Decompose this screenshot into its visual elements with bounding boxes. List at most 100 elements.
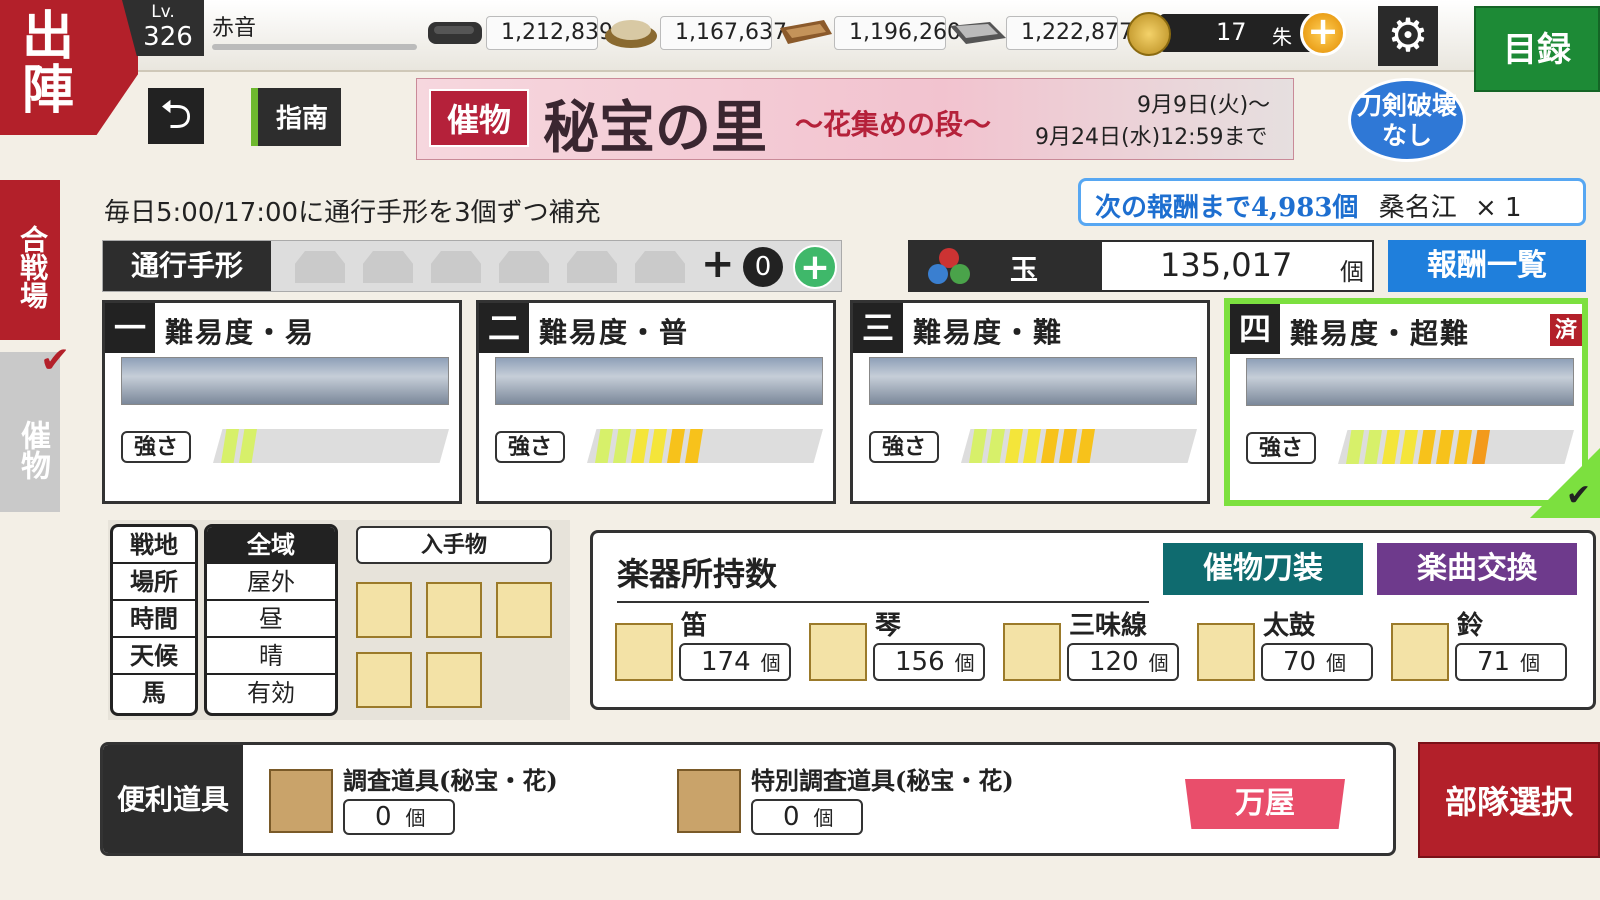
resource-charcoal-value: 1,212,839 <box>486 16 613 50</box>
condition-value: 全域 <box>207 527 335 564</box>
pass-slot-icon <box>295 251 345 283</box>
strength-segment <box>1059 429 1077 463</box>
strength-segment <box>631 429 649 463</box>
instrument-count: 71 個 <box>1455 643 1567 681</box>
koto-icon <box>426 582 482 638</box>
song-exchange-button[interactable]: 楽曲交換 <box>1377 543 1577 595</box>
strength-segment <box>987 429 1005 463</box>
user-name: 赤音 <box>212 16 257 41</box>
cold-steel-icon <box>780 20 832 44</box>
difficulty-title: 難易度・難 <box>913 316 1064 349</box>
koban-count: 17 <box>1216 18 1247 46</box>
difficulty-card[interactable]: 三 難易度・難 強さ <box>850 300 1210 504</box>
instrument-name: 笛 <box>681 611 708 641</box>
instrument-name: 太鼓 <box>1263 611 1316 641</box>
resource-whetstone-value: 1,167,637 <box>660 16 787 50</box>
condition-values: 全域 屋外 昼 晴 有効 <box>204 524 338 716</box>
level-label: Lv. <box>151 2 175 22</box>
strength-segment <box>1454 430 1472 464</box>
map-thumbnail <box>121 357 449 405</box>
instrument-title: 楽器所持数 <box>617 549 1149 603</box>
drum-icon <box>1197 623 1255 681</box>
strength-segment <box>969 429 987 463</box>
strength-meter <box>1338 430 1574 464</box>
strength-segment <box>1041 429 1059 463</box>
condition-label: 戦地 <box>113 527 195 564</box>
special-survey-tool-icon <box>677 769 741 833</box>
refill-notice: 毎日5:00/17:00に通行手形を3個ずつ補充 <box>104 198 601 228</box>
shamisen-icon <box>1003 623 1061 681</box>
difficulty-number: 三 <box>853 303 903 353</box>
select-squad-button[interactable]: 部隊選択 <box>1418 742 1600 858</box>
difficulty-number: 四 <box>1230 304 1280 354</box>
strength-meter <box>961 429 1197 463</box>
flute-icon <box>356 582 412 638</box>
banner-title: 秘宝の里 <box>543 95 767 161</box>
condition-label: 天候 <box>113 638 195 675</box>
checkmark-icon: ✔ <box>40 340 71 381</box>
map-thumbnail <box>1246 358 1574 406</box>
map-thumbnail <box>495 357 823 405</box>
condition-label: 時間 <box>113 601 195 638</box>
strength-segment <box>613 429 631 463</box>
banner-date-end: 9月24日(水)12:59まで <box>1035 125 1268 150</box>
obtainable-label: 入手物 <box>356 526 552 564</box>
strength-segment <box>1472 430 1490 464</box>
guide-button[interactable]: 指南 <box>251 88 341 146</box>
difficulty-number: 一 <box>105 303 155 353</box>
back-button[interactable]: ⮌ <box>148 88 204 144</box>
koban-icon <box>1127 12 1171 56</box>
pass-bar: 通行手形 + 0 + <box>102 240 842 292</box>
difficulty-card[interactable]: 二 難易度・普 強さ <box>476 300 836 504</box>
difficulty-title: 難易度・超難 <box>1290 317 1471 350</box>
difficulty-title: 難易度・易 <box>165 316 316 349</box>
condition-label: 場所 <box>113 564 195 601</box>
bell-icon <box>426 652 482 708</box>
event-katana-button[interactable]: 催物刀装 <box>1163 543 1363 595</box>
strength-segment <box>221 429 239 463</box>
strength-segment <box>649 429 667 463</box>
charcoal-icon <box>428 22 482 44</box>
conditions-panel: 戦地 場所 時間 天候 馬 全域 屋外 昼 晴 有効 入手物 <box>108 520 570 720</box>
tab-battlefield[interactable]: 合戦場 <box>0 180 60 340</box>
add-pass-button[interactable]: + <box>793 245 837 289</box>
event-banner[interactable]: 催物 秘宝の里 〜花集めの段〜 9月9日(火)〜 9月24日(水)12:59まで <box>416 78 1294 161</box>
strength-segment <box>1005 429 1023 463</box>
map-thumbnail <box>869 357 1197 405</box>
next-reward-box: 次の報酬まで4,983個 桑名江 × 1 <box>1078 178 1586 226</box>
buy-koban-button[interactable]: + <box>1300 10 1346 56</box>
catalog-button[interactable]: 目録 <box>1474 6 1600 92</box>
shamisen-icon <box>496 582 552 638</box>
orb-value: 135,017 <box>1160 246 1293 284</box>
condition-label: 馬 <box>142 678 166 707</box>
next-reward-text: 次の報酬まで4,983個 <box>1095 193 1359 223</box>
difficulty-card[interactable]: 一 難易度・易 強さ <box>102 300 462 504</box>
strength-meter <box>213 429 449 463</box>
tool-count: 0個 <box>751 799 863 835</box>
no-break-badge: 刀剣破壊なし <box>1348 78 1466 162</box>
orb-unit: 個 <box>1340 258 1364 286</box>
koban-label: 朱 <box>1272 25 1292 49</box>
condition-labels: 戦地 場所 時間 天候 馬 <box>110 524 198 716</box>
next-reward-qty: × 1 <box>1474 193 1522 223</box>
instrument-count: 174 個 <box>679 643 791 681</box>
strength-label: 強さ <box>1246 432 1316 464</box>
tools-panel: 便利道具 調査道具(秘宝・花) 0個 特別調査道具(秘宝・花) 0個 万屋 <box>100 742 1396 856</box>
shop-button[interactable]: 万屋 <box>1185 779 1345 829</box>
strength-segment <box>667 429 685 463</box>
cleared-badge: 済 <box>1550 314 1582 346</box>
gear-icon: ⚙ <box>1387 8 1429 62</box>
bell-icon <box>1391 623 1449 681</box>
difficulty-number: 二 <box>479 303 529 353</box>
strength-segment <box>1436 430 1454 464</box>
difficulty-card-selected[interactable]: 四 難易度・超難 済 強さ ✔ <box>1224 298 1600 518</box>
instrument-name: 三味線 <box>1069 611 1148 641</box>
instrument-name: 鈴 <box>1457 611 1484 641</box>
survey-tool-icon <box>269 769 333 833</box>
orb-bar: 玉 135,017 個 <box>908 240 1374 292</box>
orb-icon <box>928 248 970 284</box>
reward-list-button[interactable]: 報酬一覧 <box>1388 240 1586 292</box>
settings-button[interactable]: ⚙ <box>1378 6 1438 66</box>
pass-slot-icon <box>567 251 617 283</box>
tools-label: 便利道具 <box>103 745 243 853</box>
